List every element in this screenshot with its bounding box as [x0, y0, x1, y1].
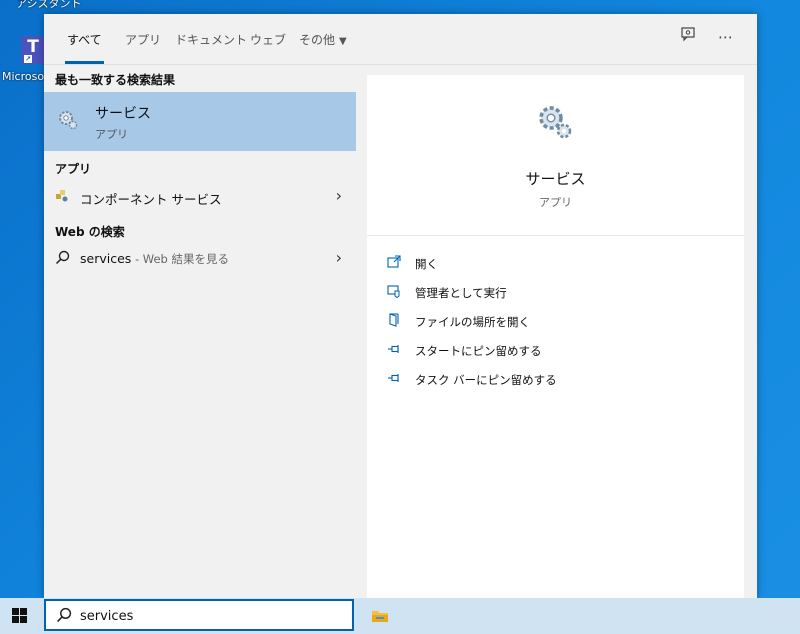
search-panel: すべて アプリ ドキュメント ウェブ その他 ▼ ⋯ 最も一致する検索結果 サービ… — [44, 14, 757, 598]
preview-pane: サービス アプリ 開く 管理者として実行 ファイルの場所を開く スタートにピン留… — [367, 75, 744, 598]
open-icon — [387, 255, 401, 269]
file-location-icon — [387, 313, 401, 327]
tab-all-label: すべて — [67, 33, 102, 47]
teams-icon-letter: T — [27, 37, 39, 57]
gear-icon — [535, 102, 575, 146]
shortcut-arrow-icon: ↗ — [24, 55, 32, 63]
tab-apps[interactable]: アプリ — [125, 31, 161, 64]
preview-title: サービス — [525, 170, 586, 188]
component-services-icon — [55, 188, 69, 207]
chevron-right-icon[interactable]: › — [336, 186, 342, 205]
run-as-admin-icon — [387, 284, 401, 299]
divider — [367, 235, 744, 236]
search-icon — [56, 607, 72, 627]
list-item-component-services[interactable]: コンポーネント サービス › — [44, 181, 356, 211]
file-explorer-icon[interactable] — [371, 608, 389, 622]
search-icon — [55, 250, 70, 269]
taskbar — [0, 598, 800, 634]
list-item-web-search[interactable]: services - Web 結果を見る › — [44, 243, 356, 273]
chevron-right-icon[interactable]: › — [336, 248, 342, 267]
tab-web[interactable]: ウェブ — [250, 31, 286, 64]
best-match-subtitle: アプリ — [95, 128, 128, 141]
feedback-icon[interactable] — [680, 26, 696, 46]
desktop-icon-label-top: アシスタント — [16, 0, 82, 10]
search-input[interactable] — [80, 606, 340, 626]
web-search-query: services — [80, 251, 132, 266]
pin-icon — [387, 342, 401, 356]
tab-more-label: その他 — [299, 33, 336, 47]
pin-icon — [387, 371, 401, 385]
desktop-icon-caption: Microsoft — [2, 70, 46, 83]
web-search-hint: - Web 結果を見る — [131, 252, 229, 266]
tab-documents-label: ドキュメント — [175, 33, 248, 47]
web-search-text: services - Web 結果を見る — [80, 251, 229, 267]
tab-more[interactable]: その他 ▼ — [299, 31, 347, 64]
action-pin-to-taskbar-label: タスク バーにピン留めする — [415, 373, 557, 387]
teams-desktop-icon[interactable]: T ↗ — [21, 36, 45, 64]
apps-heading: アプリ — [55, 162, 92, 176]
action-open-label: 開く — [415, 257, 438, 271]
component-services-label: コンポーネント サービス — [80, 192, 222, 207]
preview-subtitle: アプリ — [539, 196, 572, 209]
gear-icon — [57, 109, 79, 135]
results-list: 最も一致する検索結果 サービス アプリ アプリ コンポーネント サービス › W… — [44, 65, 356, 598]
tab-web-label: ウェブ — [250, 33, 287, 47]
action-pin-to-start-label: スタートにピン留めする — [415, 344, 542, 358]
search-tabs: すべて アプリ ドキュメント ウェブ その他 ▼ ⋯ — [44, 14, 757, 65]
action-open-file-location-label: ファイルの場所を開く — [415, 315, 530, 329]
taskbar-search-box[interactable] — [44, 599, 354, 631]
tab-apps-label: アプリ — [125, 33, 162, 47]
more-options-icon[interactable]: ⋯ — [718, 28, 733, 46]
tab-documents[interactable]: ドキュメント — [175, 31, 247, 64]
best-match-title: サービス — [95, 106, 151, 122]
windows-start-icon[interactable] — [12, 608, 28, 624]
best-match-heading: 最も一致する検索結果 — [55, 73, 176, 87]
web-search-heading: Web の検索 — [55, 225, 125, 239]
tab-all[interactable]: すべて — [65, 31, 104, 64]
action-run-as-admin-label: 管理者として実行 — [415, 286, 507, 300]
best-match-item[interactable]: サービス アプリ — [44, 92, 356, 151]
chevron-down-icon: ▼ — [339, 36, 347, 47]
